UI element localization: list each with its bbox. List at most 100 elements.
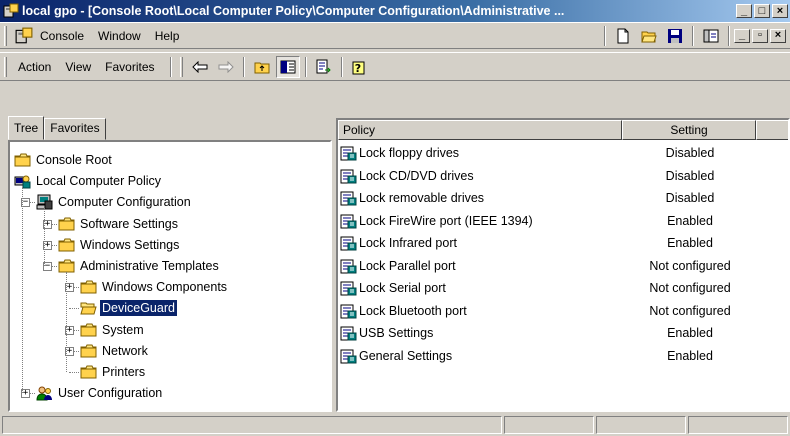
tree-node[interactable]: Windows Settings (58, 235, 181, 255)
show-hide-tree-button[interactable] (275, 55, 300, 78)
export-list-button[interactable] (312, 56, 336, 78)
toolbar-separator (304, 56, 307, 77)
tree-node-label: Windows Settings (80, 237, 180, 252)
tree-node-label: Software Settings (80, 216, 178, 231)
tree-node-label: System (102, 322, 144, 337)
up-one-level-button[interactable] (250, 56, 274, 78)
close-button[interactable]: × (772, 4, 788, 18)
tree-node[interactable]: Console Root (14, 150, 114, 170)
menu-view[interactable]: View (58, 60, 98, 74)
properties-button[interactable] (699, 25, 723, 47)
tree-node[interactable]: Local Computer Policy (14, 171, 163, 191)
status-bar (0, 416, 790, 436)
toolbar-separator (340, 56, 343, 77)
export-list-icon (316, 59, 331, 73)
policy-row[interactable]: Lock removable drives Disabled (338, 187, 788, 210)
policy-name: USB Settings (359, 326, 434, 341)
tree-connector (69, 372, 79, 373)
save-button[interactable] (663, 25, 687, 47)
tree-node[interactable]: System (80, 320, 146, 340)
policy-name: Lock FireWire port (IEEE 1394) (359, 213, 533, 228)
policy-row[interactable]: Lock Parallel port Not configured (338, 255, 788, 278)
toolbar-separator (169, 56, 172, 77)
policy-setting: Not configured (649, 281, 731, 296)
tree-connector (22, 187, 23, 394)
policy-row[interactable]: USB Settings Enabled (338, 322, 788, 345)
tree-node[interactable]: Windows Components (80, 277, 229, 297)
tree-node[interactable]: DeviceGuard (80, 298, 178, 318)
policy-setting-icon (340, 169, 357, 184)
tab-favorites[interactable]: Favorites (44, 118, 106, 140)
maximize-button[interactable]: □ (754, 4, 770, 18)
tree-node[interactable]: Network (80, 341, 150, 361)
menu-help[interactable]: Help (148, 29, 187, 43)
status-panel (688, 416, 788, 434)
column-header-blank[interactable] (756, 120, 788, 140)
menu-action[interactable]: Action (11, 60, 58, 74)
column-header-setting[interactable]: Setting (622, 120, 756, 140)
forward-button[interactable] (214, 56, 238, 78)
policy-row[interactable]: Lock CD/DVD drives Disabled (338, 165, 788, 188)
status-panel (2, 416, 502, 434)
policy-setting: Enabled (667, 236, 713, 251)
policy-name: Lock Bluetooth port (359, 303, 467, 318)
policy-setting-icon (340, 326, 357, 341)
toolbar-grip[interactable] (4, 25, 7, 46)
console-icon (15, 27, 33, 43)
tree-node-label: DeviceGuard (99, 299, 178, 318)
tree-pane[interactable]: Console Root−Local Computer Policy−Compu… (8, 140, 332, 412)
mdi-close-button[interactable]: × (770, 28, 786, 43)
policy-setting: Enabled (667, 348, 713, 363)
back-arrow-icon (191, 60, 208, 73)
tree-node[interactable]: Software Settings (58, 214, 180, 234)
tab-tree[interactable]: Tree (8, 116, 45, 140)
mmc-icon (3, 3, 19, 18)
tree-node[interactable]: Administrative Templates (58, 256, 221, 276)
tree-node[interactable]: Computer Configuration (36, 192, 193, 212)
status-panel (596, 416, 686, 434)
tree-node-label: Local Computer Policy (36, 174, 162, 189)
menu-bar: Console Window Help _ ▫ × (0, 22, 790, 49)
menu-console[interactable]: Console (33, 29, 91, 43)
tree-node[interactable]: User Configuration (36, 383, 164, 403)
policy-row[interactable]: Lock Bluetooth port Not configured (338, 300, 788, 323)
mdi-minimize-button[interactable]: _ (734, 28, 750, 43)
policy-setting-icon (340, 191, 357, 206)
back-button[interactable] (188, 56, 212, 78)
new-button[interactable] (611, 25, 635, 47)
tree-node[interactable]: Printers (80, 362, 147, 382)
tree-view[interactable]: Console Root−Local Computer Policy−Compu… (10, 142, 330, 410)
title-bar[interactable]: local gpo - [Console Root\Local Computer… (0, 0, 790, 22)
open-folder-icon (641, 31, 657, 42)
minimize-button[interactable]: _ (736, 4, 752, 18)
policy-setting: Not configured (649, 303, 731, 318)
policy-row[interactable]: Lock Infrared port Enabled (338, 232, 788, 255)
toolbar-grip[interactable] (179, 56, 183, 77)
result-pane[interactable]: Policy Setting Lock floppy drives Disable… (336, 118, 790, 412)
status-panel (504, 416, 594, 434)
new-document-icon (617, 28, 629, 43)
open-button[interactable] (637, 25, 661, 47)
policy-row[interactable]: Lock floppy drives Disabled (338, 142, 788, 165)
policy-name: Lock removable drives (359, 191, 485, 206)
menu-window[interactable]: Window (91, 29, 148, 43)
column-header-policy[interactable]: Policy (338, 120, 622, 140)
tree-node-label: Administrative Templates (80, 259, 219, 273)
policy-row[interactable]: Lock FireWire port (IEEE 1394) Enabled (338, 210, 788, 233)
policy-name: Lock CD/DVD drives (359, 168, 474, 183)
policy-name: Lock floppy drives (359, 146, 460, 161)
policy-row[interactable]: General Settings Enabled (338, 345, 788, 368)
toolbar-separator (242, 56, 245, 77)
policy-setting-icon (340, 281, 357, 296)
policy-setting-icon (340, 214, 357, 229)
menu-favorites[interactable]: Favorites (98, 60, 161, 74)
policy-row[interactable]: Lock Serial port Not configured (338, 277, 788, 300)
toolbar-grip[interactable] (4, 56, 7, 77)
tree-node-label: Computer Configuration (58, 195, 191, 210)
policy-setting: Disabled (665, 191, 715, 206)
help-button[interactable]: ? (348, 56, 372, 78)
folder-icon (14, 153, 31, 167)
toolbar-separator (728, 25, 730, 46)
forward-arrow-icon (218, 60, 234, 73)
mdi-restore-button[interactable]: ▫ (752, 28, 768, 43)
